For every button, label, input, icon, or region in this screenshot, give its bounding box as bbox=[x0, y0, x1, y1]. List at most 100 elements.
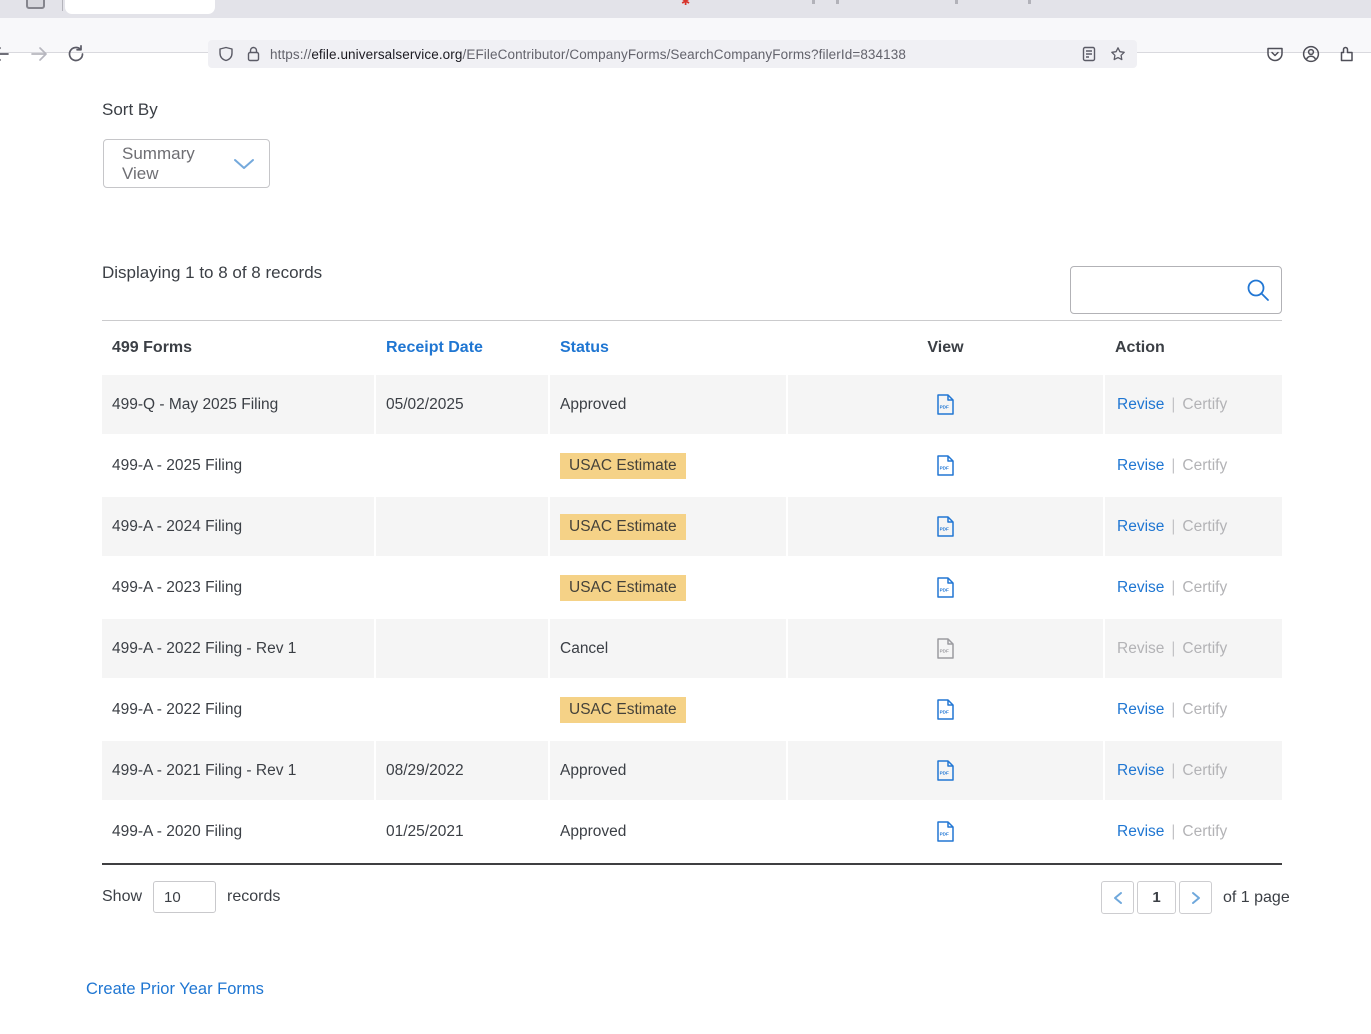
svg-text:PDF: PDF bbox=[940, 710, 949, 715]
svg-text:PDF: PDF bbox=[940, 832, 949, 837]
form-name-cell: 499-A - 2025 Filing bbox=[102, 436, 374, 495]
url-text[interactable]: https://efile.universalservice.org/EFile… bbox=[270, 47, 906, 62]
action-cell: Revise|Certify bbox=[1105, 802, 1282, 861]
sidebar-extension-icon[interactable] bbox=[1338, 45, 1356, 63]
svg-text:PDF: PDF bbox=[940, 588, 949, 593]
header-view: View bbox=[788, 321, 1103, 375]
header-receipt-date[interactable]: Receipt Date bbox=[376, 321, 548, 375]
view-cell: PDF bbox=[788, 497, 1103, 556]
pdf-icon[interactable]: PDF bbox=[937, 577, 954, 598]
status-cell: USAC Estimate bbox=[550, 436, 786, 495]
certify-link: Certify bbox=[1182, 396, 1227, 414]
action-cell: Revise | Certify bbox=[1105, 558, 1282, 617]
header-status[interactable]: Status bbox=[550, 321, 786, 375]
action-separator: | bbox=[1171, 518, 1175, 536]
action-cell: Revise|Certify bbox=[1105, 680, 1282, 739]
url-path: /EFileContributor/CompanyForms/SearchCom… bbox=[463, 47, 906, 62]
pdf-icon[interactable]: PDF bbox=[937, 760, 954, 781]
pdf-icon[interactable]: PDF bbox=[937, 394, 954, 415]
form-name-cell: 499-A - 2020 Filing bbox=[102, 802, 374, 861]
sort-by-label: Sort By bbox=[102, 100, 158, 120]
receipt-date-cell: 05/02/2025 bbox=[376, 375, 548, 434]
certify-link: Certify bbox=[1182, 823, 1227, 841]
bookmark-star-icon[interactable] bbox=[1110, 46, 1126, 62]
pdf-icon[interactable]: PDF bbox=[937, 455, 954, 476]
revise-link[interactable]: Revise bbox=[1117, 457, 1164, 475]
table-row: 499-A - 2025 Filing USAC Estimate PDF Revis… bbox=[102, 436, 1282, 495]
certify-link: Certify bbox=[1182, 701, 1227, 719]
action-separator: | bbox=[1171, 396, 1175, 414]
pagination: 1 of 1 page bbox=[1101, 881, 1290, 914]
view-cell: PDF bbox=[788, 375, 1103, 434]
sort-view-value: Summary View bbox=[122, 144, 233, 184]
status-badge: USAC Estimate bbox=[560, 575, 686, 601]
form-name-cell: 499-Q - May 2025 Filing bbox=[102, 375, 374, 434]
status-cell: Approved bbox=[550, 802, 786, 861]
table-header-row: 499 Forms Receipt Date Status View Actio… bbox=[102, 321, 1282, 375]
browser-toolbar: https://efile.universalservice.org/EFile… bbox=[0, 18, 1371, 53]
action-separator: | bbox=[1171, 762, 1175, 780]
pocket-icon[interactable] bbox=[1266, 45, 1284, 63]
prev-page-button[interactable] bbox=[1101, 881, 1134, 914]
next-page-button[interactable] bbox=[1179, 881, 1212, 914]
view-cell: PDF bbox=[788, 802, 1103, 861]
certify-link: Certify bbox=[1182, 579, 1227, 597]
reload-icon[interactable] bbox=[66, 44, 86, 64]
url-scheme: https:// bbox=[270, 47, 311, 62]
reader-view-icon[interactable] bbox=[1082, 46, 1096, 62]
table-row: 499-A - 2021 Filing - Rev 108/29/2022App… bbox=[102, 741, 1282, 800]
revise-link[interactable]: Revise bbox=[1117, 518, 1164, 536]
tab-title-fragment bbox=[836, 0, 839, 4]
back-icon[interactable] bbox=[0, 44, 11, 64]
sort-view-dropdown[interactable]: Summary View bbox=[103, 139, 270, 188]
status-badge: USAC Estimate bbox=[560, 453, 686, 479]
table-search-box bbox=[1070, 266, 1282, 314]
revise-link[interactable]: Revise bbox=[1117, 701, 1164, 719]
action-cell: Revise | Certify bbox=[1105, 375, 1282, 434]
pdf-icon[interactable]: PDF bbox=[937, 821, 954, 842]
chevron-down-icon bbox=[233, 158, 255, 170]
action-cell: Revise|Certify bbox=[1105, 436, 1282, 495]
forms-table-body: 499-Q - May 2025 Filing05/02/2025 Approve… bbox=[102, 375, 1282, 861]
url-bar[interactable]: https://efile.universalservice.org/EFile… bbox=[208, 40, 1137, 68]
svg-text:PDF: PDF bbox=[940, 466, 949, 471]
url-domain: efile.universalservice.org bbox=[311, 47, 462, 62]
header-499-forms: 499 Forms bbox=[102, 321, 374, 375]
view-cell: PDF bbox=[788, 741, 1103, 800]
receipt-date-cell bbox=[376, 497, 548, 556]
records-label: records bbox=[227, 888, 280, 906]
revise-link[interactable]: Revise bbox=[1117, 823, 1164, 841]
receipt-date-cell bbox=[376, 436, 548, 495]
account-icon[interactable] bbox=[1302, 45, 1320, 63]
table-bottom-border bbox=[102, 863, 1282, 865]
revise-link[interactable]: Revise bbox=[1117, 762, 1164, 780]
tab-title-fragment bbox=[1028, 0, 1031, 4]
receipt-date-cell bbox=[376, 619, 548, 678]
table-row: 499-A - 2022 Filing - Rev 1CancelPDFRevi… bbox=[102, 619, 1282, 678]
create-prior-year-forms-link[interactable]: Create Prior Year Forms bbox=[86, 980, 264, 999]
search-icon[interactable] bbox=[1245, 277, 1271, 303]
revise-link[interactable]: Revise bbox=[1117, 396, 1164, 414]
forward-icon[interactable] bbox=[29, 44, 49, 64]
pdf-icon: PDF bbox=[937, 638, 954, 659]
tab-title-fragment bbox=[955, 0, 958, 4]
records-summary: Displaying 1 to 8 of 8 records bbox=[102, 263, 322, 283]
current-page-number[interactable]: 1 bbox=[1137, 881, 1176, 914]
action-cell: Revise|Certify bbox=[1105, 619, 1282, 678]
pdf-icon[interactable]: PDF bbox=[937, 699, 954, 720]
revise-link[interactable]: Revise bbox=[1117, 579, 1164, 597]
form-name-cell: 499-A - 2022 Filing - Rev 1 bbox=[102, 619, 374, 678]
action-separator: | bbox=[1171, 579, 1175, 597]
chevron-right-icon bbox=[1190, 891, 1202, 905]
shield-icon[interactable] bbox=[218, 46, 234, 62]
active-tab[interactable] bbox=[65, 0, 215, 14]
view-cell: PDF bbox=[788, 619, 1103, 678]
page-size-input[interactable] bbox=[153, 881, 216, 913]
status-cell: USAC Estimate bbox=[550, 558, 786, 617]
table-row: 499-A - 2020 Filing01/25/2021ApprovedPDF… bbox=[102, 802, 1282, 861]
screen: ✱ https://efile.universalservice.org/EFi… bbox=[0, 0, 1371, 1034]
search-input[interactable] bbox=[1071, 267, 1245, 313]
page-count-label: of 1 page bbox=[1223, 889, 1290, 907]
lock-icon[interactable] bbox=[247, 46, 260, 62]
pdf-icon[interactable]: PDF bbox=[937, 516, 954, 537]
